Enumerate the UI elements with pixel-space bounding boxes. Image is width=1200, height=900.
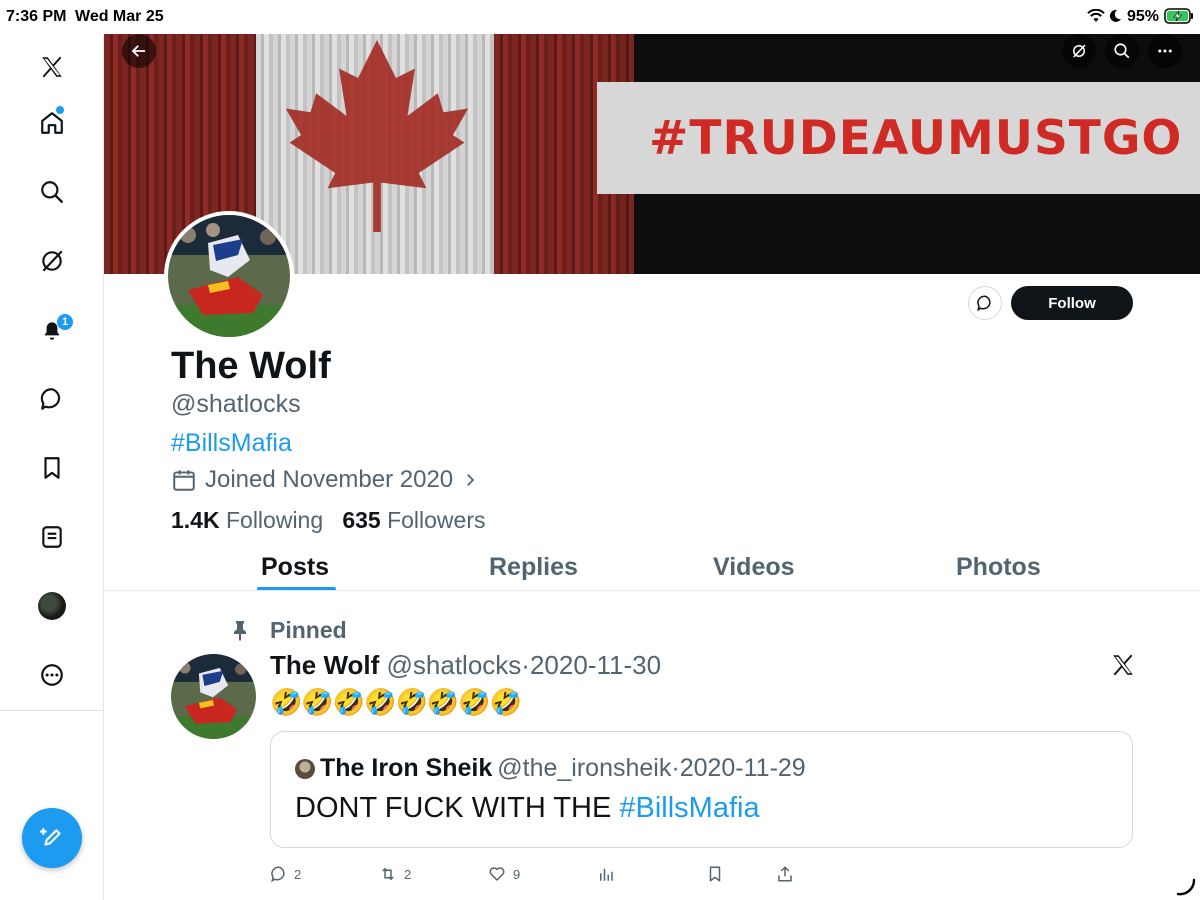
share-button[interactable] [776,862,794,886]
home-icon[interactable] [32,103,72,143]
lists-icon[interactable] [32,517,72,557]
home-notification-dot [56,106,64,114]
resize-corner-icon [1176,878,1196,896]
tab-replies[interactable]: Replies [489,553,578,582]
analytics-icon [600,868,613,881]
post-date[interactable]: 2020-11-30 [530,650,661,680]
x-logo-icon [1113,654,1133,676]
calendar-icon [173,470,195,491]
tabs-divider [104,590,1200,591]
quoted-post-header: The Iron Sheik @the_ironsheik·2020-11-29 [295,754,806,783]
pin-icon [234,621,246,641]
repost-count: 2 [404,866,412,882]
quoted-post-text: DONT FUCK WITH THE #BillsMafia [295,792,760,825]
status-time: 7:36 PM [6,8,67,25]
profile-avatar[interactable] [32,586,72,626]
x-logo-icon[interactable] [32,47,72,87]
messages-icon[interactable] [32,379,72,419]
tab-photos[interactable]: Photos [956,553,1041,582]
repost-button[interactable]: 2 [378,862,411,886]
views-button[interactable] [597,862,615,886]
pinned-label: Pinned [270,616,347,643]
battery-percent: 95% [1127,8,1160,25]
bookmarks-icon[interactable] [32,448,72,488]
following-count: 1.4K [171,507,220,533]
maple-leaf-icon [285,40,469,232]
search-icon [1114,43,1130,59]
quoted-author-handle: @the_ironsheik [497,754,672,782]
banner-hashtag-text: #TRUDEAUMUSTGO [649,110,1183,166]
back-arrow-icon [131,45,145,57]
post-separator: · [521,650,530,680]
quoted-date: 2020-11-29 [679,754,806,782]
joined-date[interactable]: Joined November 2020 [171,465,479,495]
follow-counts: 1.4K Following 635 Followers [171,507,486,534]
grok-icon[interactable] [32,241,72,281]
following-link[interactable]: 1.4K Following [171,507,323,533]
heart-icon [489,867,505,881]
reply-button[interactable]: 2 [270,862,301,886]
reply-icon [271,866,285,883]
profile-bio-hashtag[interactable]: #BillsMafia [171,429,292,458]
more-horizontal-icon [1158,49,1172,53]
bookmark-icon [709,866,721,882]
quoted-separator: · [671,754,680,782]
post-author-avatar[interactable] [171,654,256,739]
post-header: The Wolf @shatlocks·2020-11-30 [270,650,661,681]
quoted-hashtag[interactable]: #BillsMafia [619,792,759,824]
search-banner-button[interactable] [1105,34,1139,68]
more-banner-button[interactable] [1148,34,1182,68]
reply-count: 2 [294,866,302,882]
follow-button[interactable]: Follow [1011,286,1133,320]
more-icon[interactable] [32,655,72,695]
tab-videos[interactable]: Videos [713,553,795,582]
followers-label: Followers [387,507,486,533]
profile-handle: @shatlocks [171,390,301,418]
profile-name: The Wolf [171,345,331,387]
followers-count: 635 [342,507,381,533]
quoted-author-name: The Iron Sheik [320,754,493,782]
compose-button[interactable] [22,808,82,868]
post-text: 🤣🤣🤣🤣🤣🤣🤣🤣 [270,687,522,717]
joined-text: Joined November 2020 [205,466,454,493]
notifications-badge: 1 [57,314,73,330]
banner-text-panel: #TRUDEAUMUSTGO [597,82,1200,194]
quoted-author-avatar [295,758,315,779]
search-icon[interactable] [32,172,72,212]
quoted-post[interactable]: The Iron Sheik @the_ironsheik·2020-11-29… [270,731,1133,848]
sidebar: 1 [0,34,104,900]
sidebar-divider [0,710,104,711]
status-date: Wed Mar 25 [75,8,164,25]
grok-banner-button[interactable] [1062,34,1096,68]
battery-charging-icon [1164,8,1193,24]
moon-icon [1109,9,1121,22]
quoted-text-body: DONT FUCK WITH THE [295,792,620,824]
message-icon [977,295,991,312]
message-button[interactable] [968,286,1002,320]
repost-icon [382,867,394,881]
like-count: 9 [513,866,521,882]
followers-link[interactable]: 635 Followers [342,507,485,533]
bookmark-button[interactable] [706,862,724,886]
post-author-handle[interactable]: @shatlocks [387,650,522,680]
compose-icon [40,828,61,846]
grok-icon [1073,44,1086,58]
wifi-icon [1087,9,1105,22]
share-icon [778,866,792,882]
tab-posts[interactable]: Posts [261,553,329,582]
following-label: Following [225,507,324,533]
pinned-indicator: Pinned [228,614,347,646]
back-button[interactable] [122,34,156,68]
profile-avatar-large[interactable] [164,211,294,341]
chevron-right-icon [467,474,475,486]
post-author-name[interactable]: The Wolf [270,650,379,680]
like-button[interactable]: 9 [487,862,520,886]
